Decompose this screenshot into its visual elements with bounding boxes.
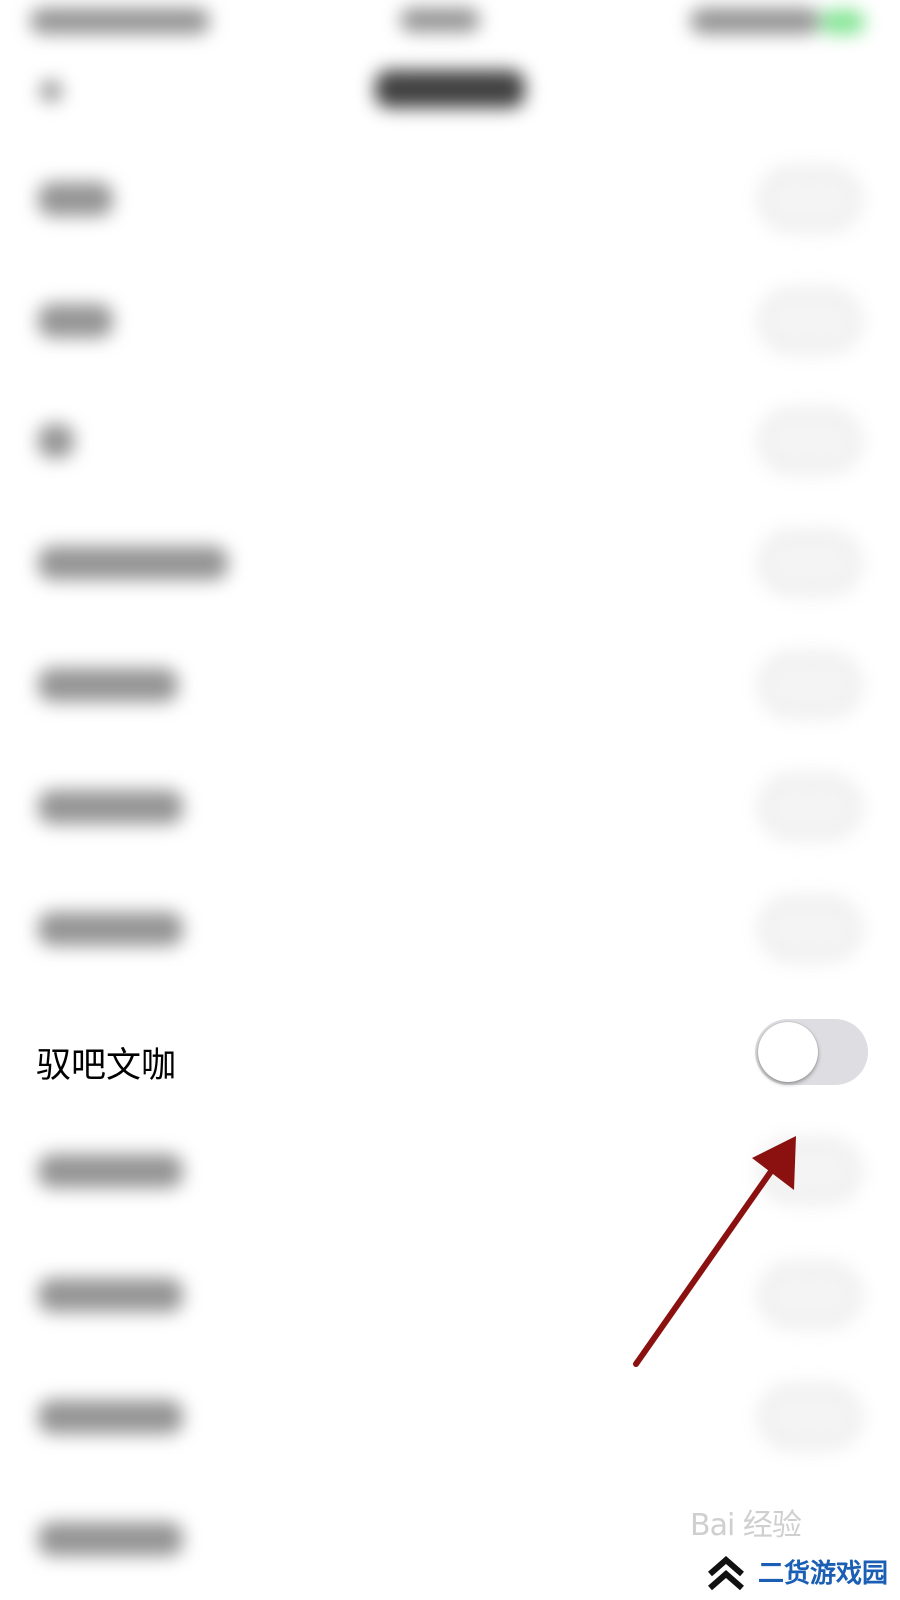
row-switch-blur — [760, 168, 860, 230]
row-switch-blur — [760, 1140, 860, 1202]
status-bar-left-blur — [30, 8, 210, 34]
status-bar-center-blur — [400, 8, 480, 32]
back-button-blur — [40, 80, 62, 102]
setting-toggle-switch[interactable] — [755, 1019, 868, 1085]
row-switch-blur — [760, 410, 860, 472]
row-label-blur — [38, 1400, 183, 1434]
row-label-blur — [38, 1522, 183, 1556]
row-label-blur — [38, 1154, 183, 1188]
row-switch-blur — [760, 1386, 860, 1448]
row-switch-blur — [760, 776, 860, 838]
site-watermark: 二货游戏园 — [758, 1559, 889, 1589]
row-switch-blur — [760, 1264, 860, 1326]
status-bar-right-blur — [690, 8, 820, 34]
toggle-knob[interactable] — [758, 1022, 818, 1082]
site-logo-icon — [708, 1556, 744, 1591]
row-switch-blur — [760, 290, 860, 352]
setting-row: 驭吧文咖 — [0, 1015, 900, 1135]
row-switch-blur — [760, 898, 860, 960]
baidu-watermark: Bai 经验 — [690, 1508, 802, 1543]
row-label-blur — [38, 304, 113, 338]
row-label-blur — [38, 912, 183, 946]
nav-title-blur — [375, 70, 525, 108]
row-label-blur — [38, 546, 228, 580]
row-label-blur — [38, 424, 74, 458]
row-switch-blur — [760, 532, 860, 594]
row-label-blur — [38, 1278, 183, 1312]
blurred-settings-list — [0, 0, 900, 1600]
setting-label: 驭吧文咖 — [36, 1046, 177, 1086]
battery-blur — [820, 10, 865, 34]
row-label-blur — [38, 182, 113, 216]
row-switch-blur — [760, 654, 860, 716]
row-label-blur — [38, 790, 183, 824]
row-label-blur — [38, 668, 178, 702]
